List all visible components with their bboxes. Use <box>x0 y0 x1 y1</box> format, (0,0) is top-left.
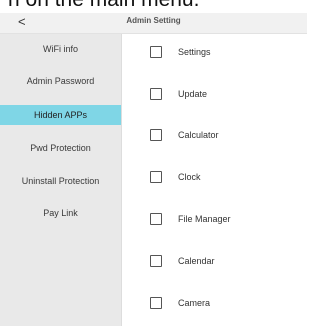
app-row-calculator[interactable]: Calculator <box>122 122 307 148</box>
app-label-camera: Camera <box>178 298 211 308</box>
sidebar-item-uninstall-protection[interactable]: Uninstall Protection <box>0 171 121 191</box>
checkbox-camera[interactable] <box>150 297 162 309</box>
sidebar-item-wifi-info[interactable]: WiFi info <box>0 39 121 59</box>
sidebar-item-hidden-apps[interactable]: Hidden APPs <box>0 105 121 125</box>
title-bar: < Admin Setting <box>0 13 307 34</box>
checkbox-clock[interactable] <box>150 171 162 183</box>
sidebar-item-pay-link[interactable]: Pay Link <box>0 203 121 223</box>
checkbox-calendar[interactable] <box>150 255 162 267</box>
app-row-clock[interactable]: Clock <box>122 164 307 190</box>
app-label-update: Update <box>178 89 208 99</box>
sidebar-item-pwd-protection[interactable]: Pwd Protection <box>0 138 121 158</box>
app-row-calendar[interactable]: Calendar <box>122 248 307 274</box>
checkbox-update[interactable] <box>150 88 162 100</box>
sidebar-item-admin-password[interactable]: Admin Password <box>0 71 121 91</box>
app-label-calendar: Calendar <box>178 256 215 266</box>
checkbox-calculator[interactable] <box>150 129 162 141</box>
app-row-camera[interactable]: Camera <box>122 290 307 316</box>
checkbox-settings[interactable] <box>150 46 162 58</box>
caption-text-strip: n on the main menu. <box>0 0 307 13</box>
app-label-clock: Clock <box>178 172 201 182</box>
admin-setting-screen: < Admin Setting WiFi info Admin Password… <box>0 13 307 326</box>
page-title: Admin Setting <box>126 16 181 25</box>
app-row-file-manager[interactable]: File Manager <box>122 206 307 232</box>
app-label-settings: Settings <box>178 47 211 57</box>
sidebar: WiFi info Admin Password Hidden APPs Pwd… <box>0 34 121 326</box>
caption-text: n on the main menu. <box>8 0 199 12</box>
app-row-update[interactable]: Update <box>122 81 307 107</box>
app-label-calculator: Calculator <box>178 130 219 140</box>
hidden-apps-list: Settings Update Calculator Clock File Ma… <box>122 34 307 326</box>
checkbox-file-manager[interactable] <box>150 213 162 225</box>
app-row-settings[interactable]: Settings <box>122 39 307 65</box>
app-label-file-manager: File Manager <box>178 214 231 224</box>
